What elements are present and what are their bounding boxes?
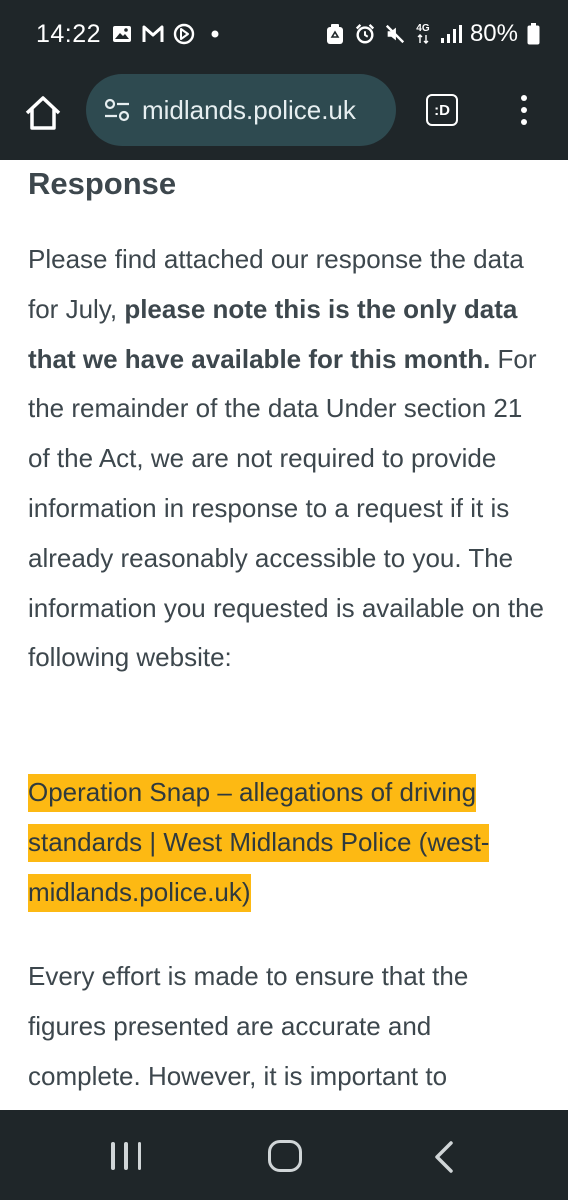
recents-bar (124, 1142, 128, 1170)
address-bar[interactable]: midlands.police.uk (86, 74, 396, 146)
home-icon (25, 96, 61, 130)
mute-icon (384, 23, 406, 45)
nav-back-button[interactable] (432, 1140, 456, 1174)
network-4g-icon: 4G (414, 23, 432, 45)
tab-switcher-button[interactable]: :D (426, 94, 458, 126)
signal-icon (440, 23, 462, 45)
notification-icons (111, 23, 226, 45)
browser-toolbar: midlands.police.uk :D (0, 68, 568, 160)
recents-bar (137, 1142, 141, 1170)
recents-bar (111, 1142, 115, 1170)
overflow-menu-button[interactable] (512, 92, 536, 128)
response-text-end: For the remainder of the data Under sect… (28, 343, 544, 673)
status-time: 14:22 (36, 19, 102, 48)
response-paragraph: Please find attached our response the da… (28, 235, 548, 683)
back-chevron-icon (435, 1141, 453, 1173)
link-paragraph: Operation Snap – allegations of driving … (28, 768, 548, 917)
recycle-badge-icon (324, 23, 346, 45)
status-bar: 14:22 4G 80% (0, 0, 568, 68)
url-text: midlands.police.uk (142, 94, 356, 125)
operation-snap-link[interactable]: Operation Snap – allegations of driving … (28, 774, 490, 912)
battery-percent: 80% (469, 20, 518, 47)
network-type-label: 4G (416, 23, 430, 34)
gallery-icon (111, 23, 133, 45)
alarm-icon (354, 23, 376, 45)
site-settings-icon[interactable] (102, 95, 132, 125)
app-circle-icon (173, 23, 195, 45)
menu-dot (521, 95, 527, 101)
recents-button[interactable] (111, 1142, 141, 1170)
nav-home-button[interactable] (268, 1140, 302, 1172)
battery-icon (526, 23, 540, 45)
menu-dot (521, 107, 527, 113)
page-content: Response Please find attached our respon… (0, 160, 568, 1110)
disclaimer-paragraph: Every effort is made to ensure that the … (28, 961, 469, 1091)
system-nav-bar (0, 1110, 568, 1200)
home-button[interactable] (20, 90, 66, 136)
gmail-icon (142, 23, 164, 45)
menu-dot (521, 119, 527, 125)
section-heading: Response (28, 166, 177, 201)
dot-icon (204, 23, 226, 45)
status-right-group: 4G 80% (324, 20, 540, 48)
